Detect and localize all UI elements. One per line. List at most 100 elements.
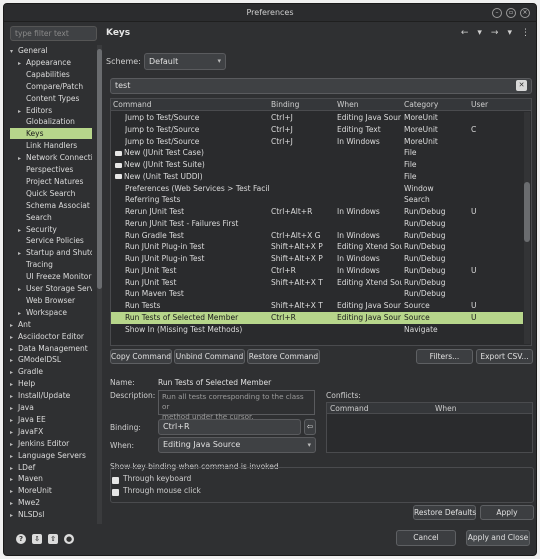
sidebar-item[interactable]: ▸ Startup and Shutd xyxy=(10,247,92,258)
table-row[interactable]: Rerun JUnit Test - Failures First Run/Deb… xyxy=(111,218,523,230)
table-row[interactable]: Jump to Test/Source Ctrl+J In Windows MoreU… xyxy=(111,136,523,148)
collapsed-triangle-icon[interactable]: ▸ xyxy=(18,225,26,236)
table-row[interactable]: Jump to Test/Source Ctrl+J Editing Java So… xyxy=(111,112,523,124)
binding-arrow-button[interactable]: ⇦ xyxy=(304,419,316,435)
table-row[interactable]: Run Tests Shift+Alt+X T Editing Java Sour S… xyxy=(111,300,523,312)
sidebar-item[interactable]: ▸ User Storage Serv xyxy=(10,283,92,294)
sidebar-item[interactable]: Search xyxy=(10,212,92,223)
sidebar-item[interactable]: ▸ Asciidoctor Editor xyxy=(10,331,92,342)
export-icon[interactable]: ⇧ xyxy=(48,534,58,544)
import-icon[interactable]: ⇩ xyxy=(32,534,42,544)
unbind-command-button[interactable]: Unbind Command xyxy=(174,349,245,364)
collapsed-triangle-icon[interactable]: ▸ xyxy=(10,463,18,474)
collapsed-triangle-icon[interactable]: ▸ xyxy=(10,403,18,414)
sidebar-item[interactable]: Perspectives xyxy=(10,164,92,175)
table-row[interactable]: New (JUnit Test Case) File xyxy=(111,147,523,159)
collapsed-triangle-icon[interactable]: ▸ xyxy=(10,367,18,378)
sidebar-item[interactable]: Schema Associat xyxy=(10,200,92,211)
collapsed-triangle-icon[interactable]: ▸ xyxy=(18,284,26,295)
help-icon[interactable]: ? xyxy=(16,534,26,544)
through-keyboard-checkbox[interactable] xyxy=(112,477,119,484)
forward-menu-icon[interactable]: ▾ xyxy=(507,28,512,38)
tree-scrollbar[interactable] xyxy=(97,45,102,524)
through-mouse-label[interactable]: Through mouse click xyxy=(123,486,201,495)
sidebar-item[interactable]: ▸ Language Servers xyxy=(10,450,92,461)
collapsed-triangle-icon[interactable]: ▸ xyxy=(18,308,26,319)
through-keyboard-label[interactable]: Through keyboard xyxy=(123,474,191,483)
restore-command-button[interactable]: Restore Command xyxy=(247,349,320,364)
collapsed-triangle-icon[interactable]: ▸ xyxy=(10,344,18,355)
collapsed-triangle-icon[interactable]: ▸ xyxy=(10,451,18,462)
close-icon[interactable]: × xyxy=(520,8,530,18)
copy-command-button[interactable]: Copy Command xyxy=(110,349,172,364)
tree-scroll-thumb[interactable] xyxy=(97,49,102,289)
column-binding[interactable]: Binding xyxy=(271,99,299,111)
description-field[interactable]: Run all tests corresponding to the class… xyxy=(158,390,315,421)
forward-icon[interactable]: → xyxy=(491,28,499,38)
table-row[interactable]: Referring Tests Search xyxy=(111,194,523,206)
minimize-icon[interactable]: – xyxy=(492,8,502,18)
sidebar-item[interactable]: ▸ Security xyxy=(10,224,92,235)
sidebar-item[interactable]: Quick Search xyxy=(10,188,92,199)
table-scrollbar[interactable] xyxy=(524,112,530,344)
sidebar-item[interactable]: ▸ Editors xyxy=(10,105,92,116)
back-icon[interactable]: ← xyxy=(461,28,469,38)
collapsed-triangle-icon[interactable]: ▸ xyxy=(10,332,18,343)
collapsed-triangle-icon[interactable]: ▸ xyxy=(10,510,18,521)
sidebar-item[interactable]: ▾ General xyxy=(10,45,92,56)
search-input[interactable]: test ✕ xyxy=(110,78,532,94)
column-when[interactable]: When xyxy=(337,99,359,111)
collapsed-triangle-icon[interactable]: ▸ xyxy=(18,153,26,164)
sidebar-item[interactable]: ▸ Network Connecti xyxy=(10,152,92,163)
sidebar-item[interactable]: ▸ Appearance xyxy=(10,57,92,68)
sidebar-item[interactable]: ▸ NLSDsl xyxy=(10,509,92,520)
table-row[interactable]: New (Unit Test UDDI) File xyxy=(111,171,523,183)
sidebar-item[interactable]: ▸ Workspace xyxy=(10,307,92,318)
filters-button[interactable]: Filters... xyxy=(416,349,473,364)
scheme-select[interactable]: Default ▾ xyxy=(144,53,226,70)
sidebar-item[interactable]: ▸ MoreUnit xyxy=(10,485,92,496)
collapsed-triangle-icon[interactable]: ▸ xyxy=(10,355,18,366)
collapsed-triangle-icon[interactable]: ▸ xyxy=(10,427,18,438)
sidebar-item[interactable]: Web Browser xyxy=(10,295,92,306)
export-csv-button[interactable]: Export CSV... xyxy=(476,349,533,364)
through-mouse-checkbox[interactable] xyxy=(112,489,119,496)
sidebar-item[interactable]: Capabilities xyxy=(10,69,92,80)
sidebar-item[interactable]: ▸ Help xyxy=(10,378,92,389)
table-row[interactable]: Run Tests of Selected Member Ctrl+R Editin… xyxy=(111,311,523,324)
collapsed-triangle-icon[interactable]: ▸ xyxy=(10,486,18,497)
sidebar-item[interactable]: Tracing xyxy=(10,259,92,270)
table-scroll-thumb[interactable] xyxy=(524,182,530,242)
sidebar-item[interactable]: ▸ Java xyxy=(10,402,92,413)
table-row[interactable]: Jump to Test/Source Ctrl+J Editing Text Mor… xyxy=(111,124,523,136)
collapsed-triangle-icon[interactable]: ▸ xyxy=(10,439,18,450)
sidebar-item[interactable]: ▸ Ant xyxy=(10,319,92,330)
column-user[interactable]: User xyxy=(471,99,488,111)
sidebar-item[interactable]: Service Policies xyxy=(10,235,92,246)
binding-field[interactable]: Ctrl+R xyxy=(158,419,301,435)
cancel-button[interactable]: Cancel xyxy=(396,530,456,546)
sidebar-item[interactable]: ▸ Maven xyxy=(10,473,92,484)
table-row[interactable]: New (JUnit Test Suite) File xyxy=(111,159,523,171)
table-row[interactable]: Run Maven Test Run/Debug xyxy=(111,288,523,300)
collapsed-triangle-icon[interactable]: ▸ xyxy=(18,58,26,69)
collapsed-triangle-icon[interactable]: ▸ xyxy=(10,415,18,426)
sidebar-item[interactable]: Globalization xyxy=(10,116,92,127)
sidebar-item[interactable]: ▸ GModelDSL xyxy=(10,354,92,365)
table-row[interactable]: Show In (Missing Test Methods) Navigate xyxy=(111,324,523,336)
collapsed-triangle-icon[interactable]: ▸ xyxy=(10,498,18,509)
table-row[interactable]: Preferences (Web Services > Test Facili W… xyxy=(111,183,523,195)
table-row[interactable]: Run JUnit Plug-in Test Shift+Alt+X P Editi… xyxy=(111,241,523,253)
table-row[interactable]: Rerun JUnit Test Ctrl+Alt+R In Windows Run/… xyxy=(111,206,523,218)
sidebar-item[interactable]: ▸ Install/Update xyxy=(10,390,92,401)
oomph-icon[interactable]: ● xyxy=(64,534,74,544)
collapsed-triangle-icon[interactable]: ▸ xyxy=(10,391,18,402)
sidebar-item[interactable]: UI Freeze Monitor xyxy=(10,271,92,282)
sidebar-item[interactable]: Keys xyxy=(10,128,92,140)
maximize-icon[interactable]: ▫ xyxy=(506,8,516,18)
table-row[interactable]: Run Gradle Test Ctrl+Alt+X G In Windows Run… xyxy=(111,230,523,242)
sidebar-item[interactable]: ▸ Gradle xyxy=(10,366,92,377)
table-row[interactable]: Run JUnit Plug-in Test Shift+Alt+X P In Wi… xyxy=(111,253,523,265)
sidebar-item[interactable]: ▸ Data Management xyxy=(10,343,92,354)
back-menu-icon[interactable]: ▾ xyxy=(477,28,482,38)
